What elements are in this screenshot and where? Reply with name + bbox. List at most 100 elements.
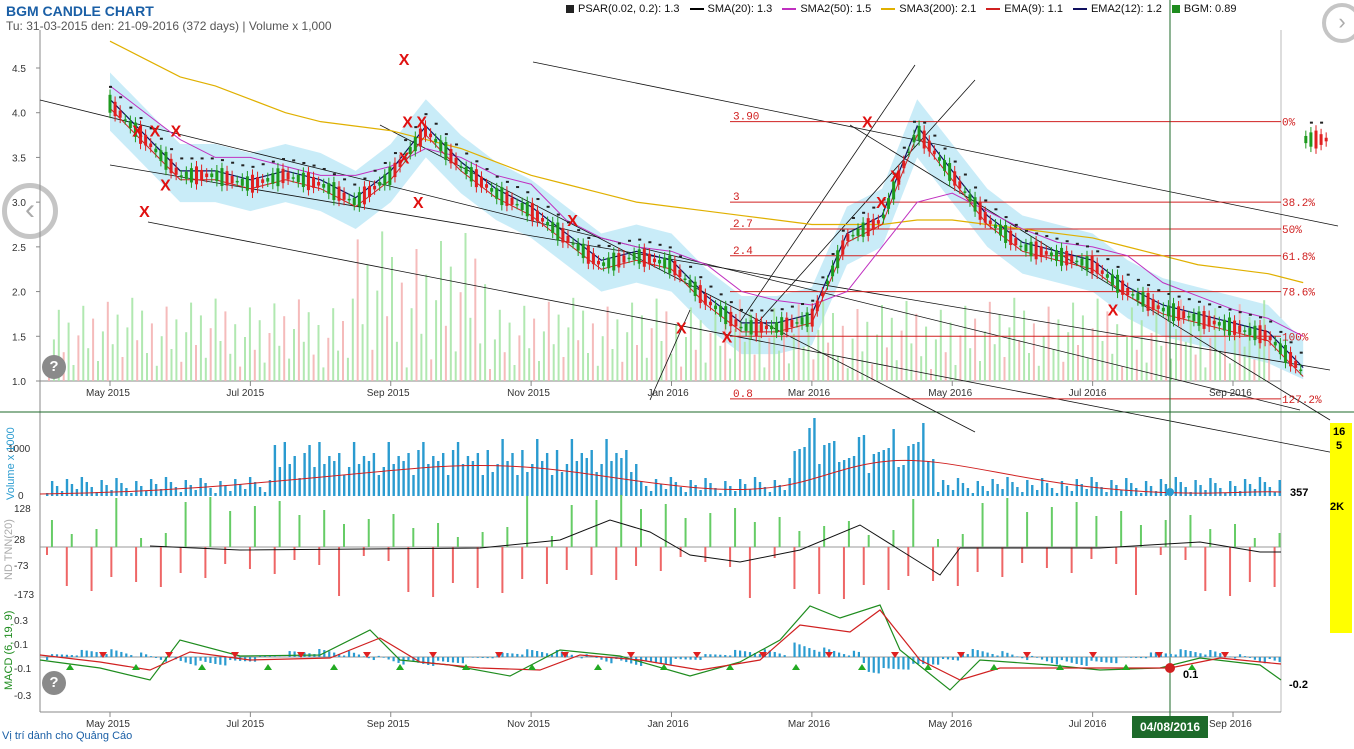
- chart-canvas: 1.01.52.02.53.03.54.04.5May 2015May 2015…: [0, 0, 1354, 744]
- legend-item-bgm[interactable]: BGM: 0.89: [1172, 3, 1237, 15]
- psar-dot: [1218, 306, 1221, 308]
- background-volume-bar: [1229, 363, 1231, 381]
- background-volume-bar: [141, 311, 143, 381]
- chevron-left-icon[interactable]: ‹: [2, 183, 58, 239]
- macd-histogram-bar: [452, 657, 454, 663]
- candle-body: [851, 235, 854, 237]
- psar-dot: [384, 162, 387, 164]
- volume-bar: [234, 479, 236, 496]
- candle-body: [689, 280, 692, 287]
- psar-dot: [659, 244, 662, 246]
- candle-body: [312, 177, 315, 188]
- psar-dot: [811, 300, 814, 302]
- legend-item-ema9[interactable]: EMA(9): 1.1: [986, 3, 1063, 15]
- sell-signal-x: X: [171, 124, 182, 141]
- macd-line: [40, 605, 1281, 690]
- background-volume-bar: [773, 308, 775, 381]
- volume-bar: [655, 479, 657, 496]
- x-tick-label-top: Sep 2015: [367, 388, 410, 399]
- nn-bar: [437, 523, 439, 547]
- background-volume-bar: [979, 361, 981, 381]
- volume-bar: [749, 489, 751, 496]
- nn-bar: [640, 509, 642, 547]
- candle-body: [190, 168, 193, 182]
- candle-body: [1299, 370, 1302, 372]
- background-volume-bar: [989, 302, 991, 381]
- nn-bar: [457, 537, 459, 547]
- nn-bar: [591, 547, 593, 575]
- background-volume-bar: [1268, 343, 1270, 381]
- macd-histogram-bar: [1125, 657, 1127, 658]
- macd-histogram-bar: [1244, 656, 1246, 657]
- volume-bar: [1150, 486, 1152, 496]
- background-volume-bar: [1038, 366, 1040, 381]
- background-volume-bar: [852, 339, 854, 381]
- candle-body: [434, 139, 437, 143]
- volume-bar: [1224, 493, 1226, 496]
- macd-histogram-bar: [719, 655, 721, 657]
- nn-bar: [412, 528, 414, 547]
- psar-dot: [1290, 341, 1293, 343]
- background-volume-bar: [651, 328, 653, 381]
- macd-histogram-bar: [224, 657, 226, 665]
- nn-bar: [185, 502, 187, 547]
- volume-bar: [967, 488, 969, 496]
- macd-histogram-bar: [1254, 657, 1256, 660]
- candle-body: [872, 219, 875, 230]
- background-volume-bar: [729, 359, 731, 381]
- background-volume-bar: [1234, 334, 1236, 381]
- nn-bar: [754, 522, 756, 547]
- fib-percent-label: 50%: [1282, 225, 1302, 237]
- background-volume-bar: [469, 318, 471, 381]
- nn-bar: [1095, 516, 1097, 547]
- candle-body: [602, 262, 605, 266]
- legend-item-sma20[interactable]: SMA(20): 1.3: [690, 3, 773, 15]
- candle-body: [821, 292, 824, 296]
- candle-body: [1055, 250, 1058, 261]
- macd-histogram-bar: [279, 656, 281, 657]
- background-volume-bar: [710, 333, 712, 381]
- nn-bar: [229, 511, 231, 547]
- legend-item-ema12[interactable]: EMA2(12): 1.2: [1073, 3, 1162, 15]
- volume-bar: [467, 456, 469, 496]
- candle-body: [1141, 292, 1144, 306]
- sell-signal-x: X: [402, 115, 413, 132]
- background-volume-bar: [577, 340, 579, 381]
- volume-bar: [942, 480, 944, 496]
- sell-signal-x: X: [890, 168, 901, 185]
- macd-histogram-bar: [690, 657, 692, 660]
- nn-bar: [1026, 512, 1028, 547]
- macd-histogram-bar: [145, 654, 147, 657]
- ichimoku-cloud: [110, 72, 1303, 379]
- background-volume-bar: [97, 361, 99, 381]
- nn-bar: [1071, 547, 1073, 573]
- background-volume-bar: [205, 358, 207, 381]
- chevron-right-icon[interactable]: ›: [1322, 3, 1354, 43]
- psar-dot: [923, 122, 926, 124]
- volume-bar: [813, 418, 815, 496]
- psar-dot: [1198, 301, 1201, 303]
- question-icon[interactable]: ?: [42, 355, 66, 379]
- psar-dot: [730, 301, 733, 303]
- legend-item-psar[interactable]: PSAR(0.02, 0.2): 1.3: [566, 3, 680, 15]
- candle-body: [180, 175, 183, 177]
- nn-y-tick-label: -73: [14, 561, 29, 572]
- volume-bar: [100, 480, 102, 496]
- volume-bar: [734, 491, 736, 496]
- legend-item-sma50[interactable]: SMA2(50): 1.5: [782, 3, 871, 15]
- psar-dot: [231, 162, 234, 164]
- legend-item-sma200[interactable]: SMA3(200): 2.1: [881, 3, 976, 15]
- background-volume-bar: [215, 299, 217, 381]
- macd-histogram-bar: [1199, 653, 1201, 657]
- psar-dot: [190, 157, 193, 159]
- background-volume-bar: [391, 257, 393, 381]
- background-volume-bar: [1126, 337, 1128, 381]
- volume-bar: [699, 490, 701, 496]
- question-icon[interactable]: ?: [42, 671, 66, 695]
- ad-placeholder-link[interactable]: Vị trí dành cho Quảng Cáo: [2, 730, 132, 742]
- candle-body: [984, 212, 987, 223]
- x-tick-label-bottom: Mar 2016: [788, 719, 831, 730]
- macd-histogram-bar: [482, 657, 484, 658]
- background-volume-bar: [558, 315, 560, 381]
- ema12-line: [110, 99, 1303, 367]
